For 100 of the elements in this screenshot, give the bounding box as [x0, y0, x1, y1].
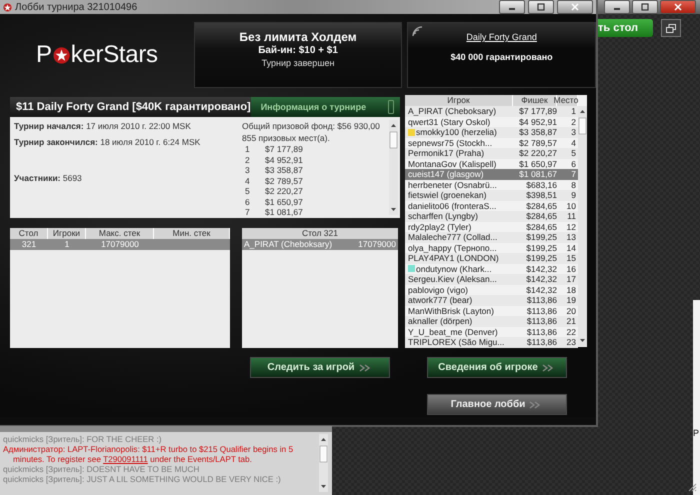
chip-count: $1 081,67 [518, 169, 557, 180]
player-row[interactable]: ondutynow (Khark... $142,32 16 [405, 264, 578, 274]
info-text: Турнир закончился: 18 июля 2010 г. 6:24 MSK [14, 137, 202, 147]
player-row[interactable]: sepnewsr75 (Stockh... $2 789,57 4 [405, 138, 578, 148]
place-number: 22 [566, 326, 577, 337]
info-tab[interactable]: Информация о турнире [250, 97, 400, 117]
player-row[interactable]: atwork777 (bear) $113,86 19 [405, 295, 578, 306]
table-cell-text: 17079000 [100, 239, 140, 250]
player-row[interactable]: PLAY4PAY1 (LONDON) $199,25 15 [405, 253, 578, 264]
player-row[interactable]: scharffen (Lyngby) $284,65 11 [405, 211, 578, 222]
player-row[interactable]: Sergeu.Kiev (Aleksan... $142,32 17 [405, 274, 578, 284]
player-row[interactable]: olya_happy (Тернопо... $199,25 14 [405, 242, 578, 253]
chip-count: $142,32 [525, 284, 557, 295]
place-number: 3 [570, 127, 577, 138]
prize-amount: $7 177,89 [265, 144, 304, 154]
scrollbar[interactable] [578, 106, 587, 346]
prize-amount: $1 650,97 [265, 196, 304, 207]
maximize-icon [639, 2, 651, 12]
place-number: 19 [566, 295, 577, 306]
table-cell: 17079000 [358, 239, 396, 250]
player-name: TRIPLOREX (São Migu... [408, 337, 504, 348]
player-name: ManWithBrisk (Layton) [408, 306, 494, 316]
player-row[interactable]: Y_U_beat_me (Denver) $113,86 22 [405, 326, 578, 337]
prize-pool-text: Общий призовой фонд: $56 930,00 [242, 121, 381, 131]
minimize-button[interactable] [604, 0, 630, 14]
place-number: 11 [566, 211, 577, 222]
player-name: olya_happy (Тернопо... [408, 242, 497, 253]
prize-place: 1 [245, 144, 251, 154]
chat-message: quickmicks [Зритель]: DOESNT HAVE TO BE MUCH [3, 464, 200, 474]
place-number: 6 [570, 158, 577, 169]
player-name: aknaller (dörpen) [408, 316, 472, 326]
player-row[interactable]: cueist147 (glasgow) $1 081,67 7 [405, 169, 578, 180]
place-number: 7 [570, 169, 577, 180]
player-row[interactable]: A_PIRAT (Cheboksary) $7 177,89 1 [405, 106, 578, 116]
app-icon [3, 2, 12, 12]
minimize-button[interactable] [499, 0, 525, 14]
player-row[interactable]: herrbeneter (Osnabrü... $683,16 8 [405, 180, 578, 190]
table-button[interactable]: ть стол [596, 19, 653, 37]
player-name: herrbeneter (Osnabrü... [408, 180, 497, 190]
buy-in-text: Бай-ин: $10 + $1 [258, 45, 338, 56]
player-row[interactable]: fietswiel (groenekan) $398,51 9 [405, 190, 578, 200]
place-number: 5 [570, 148, 577, 158]
place-number: 9 [570, 190, 577, 200]
windows-icon [666, 24, 676, 32]
event-link[interactable]: Daily Forty Grand [466, 32, 537, 42]
player-row[interactable]: aknaller (dörpen) $113,86 21 [405, 316, 578, 326]
action-button[interactable]: Главное лобби [427, 394, 567, 415]
player-row[interactable]: danielito06 (fronteraS... $284,65 10 [405, 200, 578, 211]
resize-grip-icon[interactable] [688, 483, 697, 492]
prize-place: 5 [245, 186, 251, 196]
prize-place: 3 [245, 165, 251, 176]
player-name: cueist147 (glasgow) [408, 169, 484, 180]
chip-count: $113,86 [526, 295, 557, 306]
prize-amount: $1 081,67 [265, 207, 304, 218]
window-title: Лобби турнира 321010496 [15, 2, 138, 12]
place-number: 1 [570, 106, 577, 116]
player-row[interactable]: ManWithBrisk (Layton) $113,86 20 [405, 306, 578, 316]
player-name: ondutynow (Khark... [416, 264, 492, 274]
player-name: qwert31 (Stary Oskol) [408, 116, 490, 127]
player-name: Y_U_beat_me (Denver) [408, 326, 498, 337]
player-name: rdy2play2 (Tyler) [408, 222, 472, 232]
chip-count: $1 650,97 [518, 158, 557, 169]
scrollbar[interactable] [389, 120, 398, 215]
chip-count: $142,32 [525, 264, 557, 274]
player-name: danielito06 (fronteraS... [408, 200, 496, 211]
player-name: pablovigo (vigo) [408, 284, 468, 295]
chip-count: $284,65 [525, 200, 557, 211]
chip-count: $113,86 [526, 326, 557, 337]
player-row[interactable]: qwert31 (Stary Oskol) $4 952,91 2 [405, 116, 578, 127]
chip-count: $113,86 [526, 306, 557, 316]
column-header: Стол 321 [242, 228, 398, 239]
player-name: PLAY4PAY1 (LONDON) [408, 253, 499, 264]
player-name: Sergeu.Kiev (Aleksan... [408, 274, 497, 284]
player-row[interactable]: smokky100 (herzelia) $3 358,87 3 [405, 127, 578, 138]
player-row[interactable]: TRIPLOREX (São Migu... $113,86 23 [405, 337, 578, 348]
place-number: 17 [566, 274, 577, 284]
place-number: 2 [570, 116, 577, 127]
chat-link[interactable]: T290091111 [103, 454, 148, 464]
player-row[interactable]: rdy2play2 (Tyler) $284,65 12 [405, 222, 578, 232]
place-number: 16 [566, 264, 577, 274]
player-name: sepnewsr75 (Stockh... [408, 138, 492, 148]
close-button[interactable] [557, 0, 593, 14]
scrollbar[interactable] [319, 434, 328, 492]
window-button[interactable] [661, 19, 681, 37]
player-name: atwork777 (bear) [408, 295, 472, 306]
prize-amount: $3 358,87 [265, 165, 304, 176]
game-title: Без лимита Холдем [239, 30, 357, 44]
action-button[interactable]: Следить за игрой [250, 357, 390, 378]
maximize-button[interactable] [528, 0, 554, 14]
close-icon [569, 2, 581, 12]
close-button[interactable] [660, 0, 696, 14]
place-number: 4 [570, 138, 577, 148]
player-row[interactable]: Permonik17 (Praha) $2 220,27 5 [405, 148, 578, 158]
player-name: Malaleche777 (Collad... [408, 232, 498, 242]
player-row[interactable]: MontanaGov (Kalispell) $1 650,97 6 [405, 158, 578, 169]
player-row[interactable]: Malaleche777 (Collad... $199,25 13 [405, 232, 578, 242]
maximize-button[interactable] [632, 0, 658, 14]
action-button[interactable]: Сведения об игроке [427, 357, 567, 378]
panel-title: $11 Daily Forty Grand [$40K гарантировано] [15, 100, 251, 115]
player-row[interactable]: pablovigo (vigo) $142,32 18 [405, 284, 578, 295]
